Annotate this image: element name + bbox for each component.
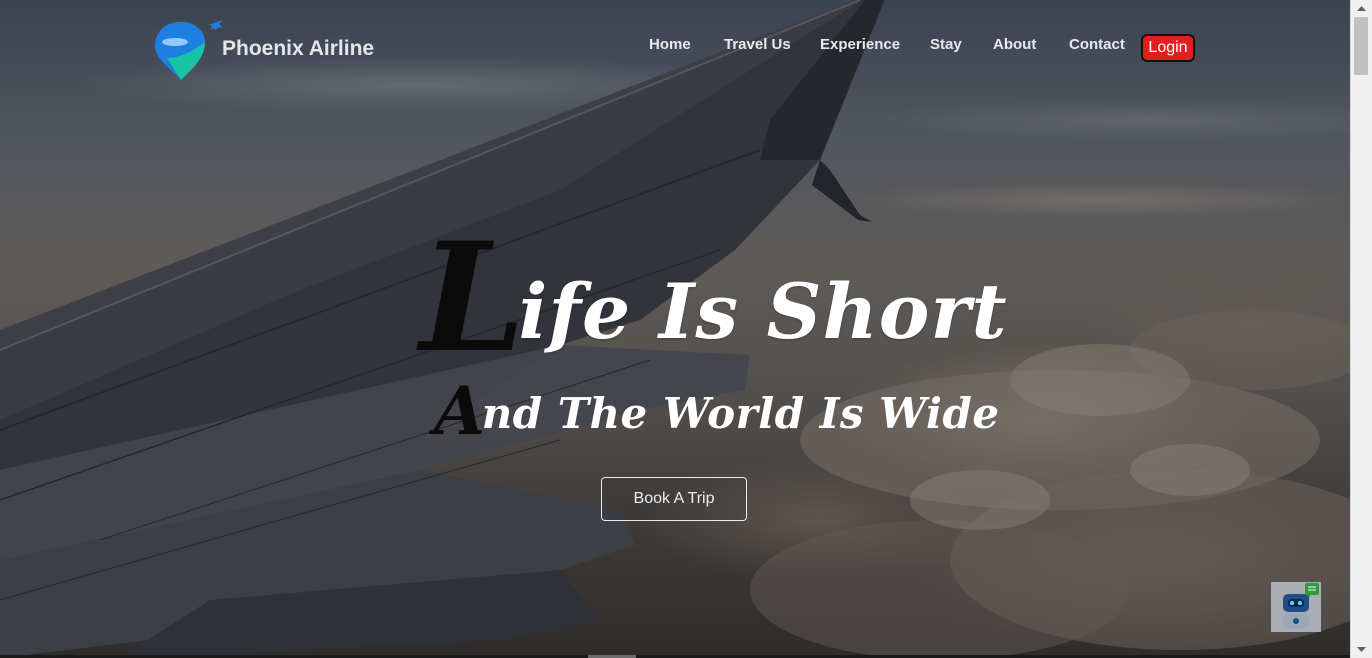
nav-experience[interactable]: Experience <box>820 36 900 53</box>
subline-text: nd The World Is Wide <box>481 389 1000 438</box>
robot-chat-icon <box>1283 583 1319 629</box>
nav-home[interactable]: Home <box>649 36 691 53</box>
subline-initial: A <box>434 372 486 450</box>
headline-initial: L <box>420 210 527 386</box>
chatbot-launcher[interactable] <box>1271 582 1321 632</box>
headline-text: ife Is Short <box>518 267 1008 356</box>
login-button[interactable]: Login <box>1141 34 1195 62</box>
scroll-thumb[interactable] <box>1354 17 1368 75</box>
nav-travel-us[interactable]: Travel Us <box>724 36 791 53</box>
hero-subline: And The World Is Wide <box>434 372 1000 450</box>
hero-headline: Life Is Short <box>420 210 1007 386</box>
nav-about[interactable]: About <box>993 36 1036 53</box>
nav-contact[interactable]: Contact <box>1069 36 1125 53</box>
nav-stay[interactable]: Stay <box>930 36 962 53</box>
page-scrollbar[interactable] <box>1350 0 1372 658</box>
book-trip-button[interactable]: Book A Trip <box>601 477 747 521</box>
scroll-down-arrow-icon[interactable] <box>1351 641 1372 658</box>
scroll-up-arrow-icon[interactable] <box>1351 0 1372 17</box>
